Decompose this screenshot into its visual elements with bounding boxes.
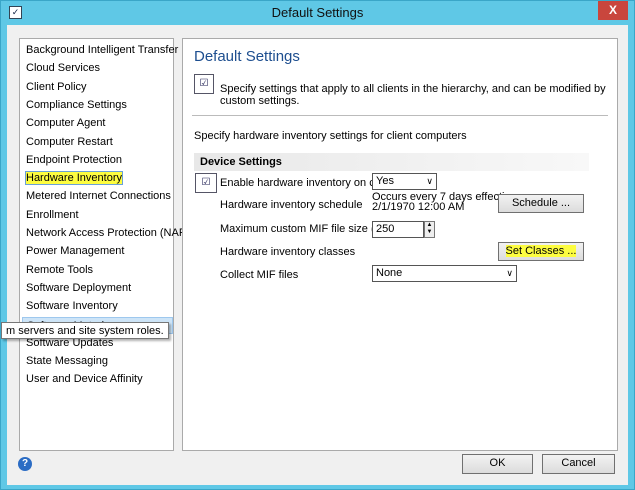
sidebar-item[interactable]: Software Deployment bbox=[25, 280, 173, 297]
sidebar-item[interactable]: Computer Agent bbox=[25, 115, 173, 132]
sidebar-item[interactable]: User and Device Affinity bbox=[25, 371, 173, 388]
ok-button[interactable]: OK bbox=[462, 454, 533, 474]
sidebar-item[interactable]: Computer Restart bbox=[25, 134, 173, 151]
sidebar-item-label: Power Management bbox=[26, 245, 125, 258]
set-classes-button[interactable]: Set Classes ... bbox=[498, 242, 584, 261]
collect-select[interactable]: None ∨ bbox=[372, 265, 517, 282]
device-settings-icon: ☑ bbox=[195, 173, 217, 193]
enable-select[interactable]: Yes ∨ bbox=[372, 173, 437, 190]
sidebar-item-label: Enrollment bbox=[26, 208, 79, 221]
sidebar-item[interactable]: Power Management bbox=[25, 243, 173, 260]
sidebar-item-label: User and Device Affinity bbox=[26, 373, 143, 386]
sidebar-item-label: Background Intelligent Transfer bbox=[26, 44, 179, 56]
sidebar-item[interactable]: Metered Internet Connections bbox=[25, 188, 173, 205]
subtitle: Specify hardware inventory settings for … bbox=[194, 130, 467, 142]
sidebar-item-label: Remote Tools bbox=[26, 263, 94, 276]
sidebar-item[interactable]: Cloud Services bbox=[25, 60, 173, 77]
chevron-down-icon: ∨ bbox=[506, 268, 513, 278]
mif-size-spinner[interactable]: ▲ ▼ bbox=[424, 221, 435, 238]
settings-panel: Default Settings ☑ Specify settings that… bbox=[182, 38, 618, 451]
sidebar-item[interactable]: Client Policy bbox=[25, 79, 173, 96]
collect-label: Collect MIF files bbox=[220, 269, 299, 281]
sidebar-item[interactable]: Endpoint Protection bbox=[25, 152, 173, 169]
sidebar-item-label: Compliance Settings bbox=[26, 98, 127, 111]
mif-size-input[interactable]: 250 bbox=[372, 221, 424, 238]
sidebar-item[interactable]: Hardware Inventory bbox=[25, 170, 173, 187]
cancel-button[interactable]: Cancel bbox=[542, 454, 615, 474]
dialog-window: ✓ Default Settings X Background Intellig… bbox=[0, 0, 635, 490]
group-header: Device Settings bbox=[194, 153, 589, 171]
sidebar-item[interactable]: Compliance Settings bbox=[25, 97, 173, 114]
schedule-label: Hardware inventory schedule bbox=[220, 199, 363, 211]
chevron-down-icon: ∨ bbox=[426, 176, 433, 186]
sidebar-item-label: Computer Restart bbox=[26, 135, 113, 148]
sidebar-item-label: Computer Agent bbox=[26, 117, 106, 130]
description: Specify settings that apply to all clien… bbox=[220, 83, 606, 107]
sidebar-item-label: Metered Internet Connections bbox=[26, 190, 171, 203]
sidebar-item-label: Client Policy bbox=[26, 80, 87, 93]
title-bar: ✓ Default Settings X bbox=[1, 1, 634, 25]
checklist-icon: ☑ bbox=[194, 74, 214, 94]
settings-list: Background Intelligent Transfer Cloud Ser… bbox=[19, 38, 190, 451]
help-icon[interactable]: ? bbox=[18, 457, 32, 471]
sidebar-item[interactable]: Network Access Protection (NAP) bbox=[25, 225, 190, 242]
page-title: Default Settings bbox=[194, 48, 300, 65]
sidebar-item-label: Network Access Protection (NAP) bbox=[26, 227, 190, 239]
schedule-text: Occurs every 7 days effective 2/1/1970 12… bbox=[372, 191, 517, 213]
divider bbox=[192, 115, 608, 116]
sidebar-item-label: Cloud Services bbox=[26, 62, 100, 75]
schedule-button[interactable]: Schedule ... bbox=[498, 194, 584, 213]
tooltip: m servers and site system roles. bbox=[1, 322, 169, 339]
sidebar-item-label: Software Deployment bbox=[26, 281, 132, 294]
sidebar-item-label: State Messaging bbox=[26, 355, 108, 368]
sidebar-item-label: Software Inventory bbox=[26, 300, 118, 313]
close-button[interactable]: X bbox=[598, 1, 628, 20]
sidebar-item[interactable]: Background Intelligent Transfer bbox=[25, 42, 178, 59]
mif-size-label: Maximum custom MIF file size (KB) bbox=[220, 223, 393, 235]
window-title: Default Settings bbox=[271, 5, 364, 20]
sidebar-item[interactable]: Remote Tools bbox=[25, 262, 173, 279]
sidebar-item[interactable]: Software Inventory bbox=[25, 298, 173, 315]
sidebar-item-label: Hardware Inventory bbox=[25, 171, 123, 186]
sidebar-item[interactable]: Enrollment bbox=[25, 207, 173, 224]
sidebar-item-label: Endpoint Protection bbox=[26, 153, 123, 166]
sidebar-item[interactable]: State Messaging bbox=[25, 353, 173, 370]
classes-label: Hardware inventory classes bbox=[220, 246, 356, 258]
